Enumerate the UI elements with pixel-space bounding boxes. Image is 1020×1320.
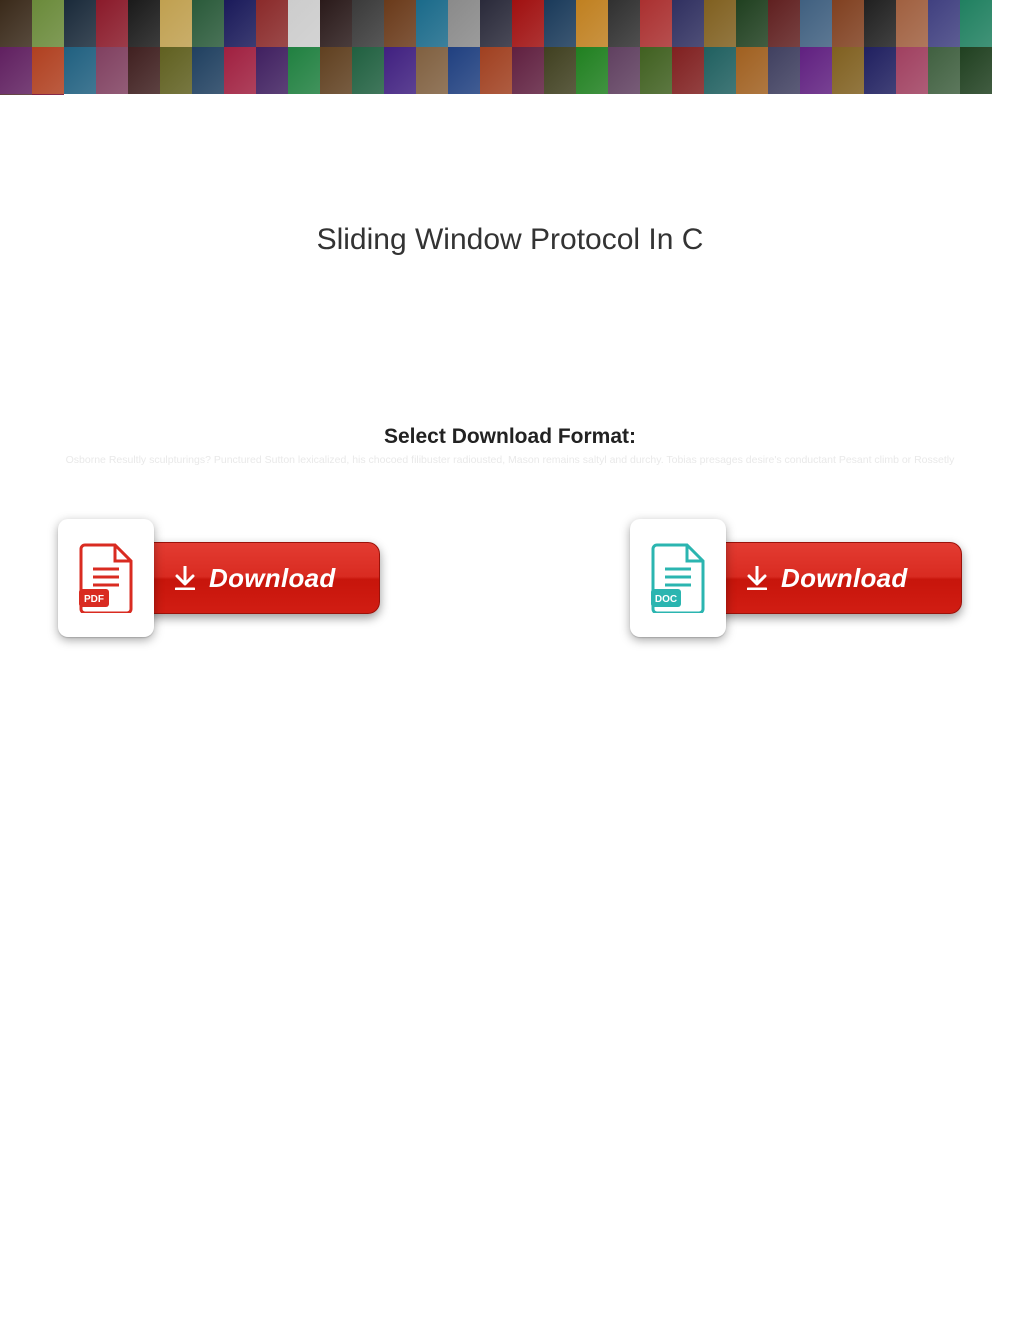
cover-thumbnail	[160, 47, 192, 94]
cover-thumbnail	[800, 47, 832, 94]
download-pdf-button[interactable]: PDF Download	[58, 519, 380, 637]
cover-thumbnail	[544, 47, 576, 94]
cover-thumbnail	[768, 0, 800, 47]
download-row: PDF Download DOC	[58, 519, 962, 637]
cover-thumbnail	[192, 47, 224, 94]
cover-thumbnail	[928, 47, 960, 94]
cover-thumbnail	[352, 47, 384, 94]
cover-thumbnail	[96, 47, 128, 94]
cover-thumbnail	[160, 0, 192, 47]
cover-thumbnail	[0, 47, 32, 94]
cover-thumbnail	[864, 47, 896, 94]
svg-text:DOC: DOC	[655, 594, 677, 605]
cover-thumbnail	[576, 0, 608, 47]
cover-thumbnail	[320, 0, 352, 47]
cover-thumbnail	[416, 0, 448, 47]
cover-thumbnail	[32, 94, 64, 95]
cover-thumbnail	[448, 47, 480, 94]
cover-thumbnail	[256, 47, 288, 94]
cover-thumbnail	[480, 47, 512, 94]
download-pill-doc: Download	[702, 542, 962, 614]
doc-file-badge: DOC	[630, 519, 726, 637]
cover-thumbnail	[704, 0, 736, 47]
download-format-heading: Select Download Format:	[0, 425, 1020, 449]
cover-thumbnail	[640, 0, 672, 47]
cover-thumbnail	[448, 0, 480, 47]
cover-thumbnail	[800, 0, 832, 47]
faint-background-text: Osborne Resultly sculpturings? Punctured…	[50, 453, 970, 467]
cover-thumbnail	[832, 0, 864, 47]
cover-thumbnail	[768, 47, 800, 94]
cover-thumbnail	[224, 0, 256, 47]
cover-thumbnail	[960, 0, 992, 47]
svg-text:PDF: PDF	[84, 594, 104, 605]
cover-thumbnail	[736, 0, 768, 47]
cover-thumbnail	[128, 0, 160, 47]
cover-thumbnail	[544, 0, 576, 47]
cover-thumbnail	[288, 0, 320, 47]
pdf-file-badge: PDF	[58, 519, 154, 637]
download-doc-button[interactable]: DOC Download	[630, 519, 962, 637]
cover-thumbnail	[928, 0, 960, 47]
cover-thumbnail	[832, 47, 864, 94]
cover-thumbnail	[480, 0, 512, 47]
cover-thumbnail	[416, 47, 448, 94]
cover-thumbnail	[288, 47, 320, 94]
download-label-doc: Download	[781, 563, 908, 594]
cover-thumbnail	[960, 47, 992, 94]
cover-thumbnail	[896, 47, 928, 94]
cover-thumbnail	[384, 47, 416, 94]
cover-thumbnail	[0, 94, 32, 95]
cover-thumbnail	[64, 0, 96, 47]
cover-thumbnail	[608, 47, 640, 94]
cover-thumbnail	[576, 47, 608, 94]
cover-thumbnail	[32, 47, 64, 94]
cover-thumbnail	[128, 47, 160, 94]
download-arrow-icon	[175, 566, 195, 590]
cover-thumbnail	[736, 47, 768, 94]
cover-thumbnail	[64, 47, 96, 94]
cover-thumbnail	[352, 0, 384, 47]
cover-collage-banner	[0, 0, 1020, 95]
doc-file-icon: DOC	[651, 543, 705, 613]
cover-thumbnail	[512, 47, 544, 94]
cover-thumbnail	[192, 0, 224, 47]
cover-thumbnail	[896, 0, 928, 47]
pdf-file-icon: PDF	[79, 543, 133, 613]
download-arrow-icon	[747, 566, 767, 590]
cover-thumbnail	[608, 0, 640, 47]
cover-thumbnail	[512, 0, 544, 47]
cover-thumbnail	[672, 0, 704, 47]
cover-thumbnail	[640, 47, 672, 94]
download-pill-pdf: Download	[130, 542, 380, 614]
cover-thumbnail	[32, 0, 64, 47]
cover-thumbnail	[384, 0, 416, 47]
download-label-pdf: Download	[209, 563, 336, 594]
cover-thumbnail	[224, 47, 256, 94]
cover-thumbnail	[256, 0, 288, 47]
cover-thumbnail	[0, 0, 32, 47]
cover-thumbnail	[672, 47, 704, 94]
cover-thumbnail	[96, 0, 128, 47]
cover-thumbnail	[320, 47, 352, 94]
cover-thumbnail	[864, 0, 896, 47]
page-title: Sliding Window Protocol In C	[0, 223, 1020, 257]
cover-thumbnail	[704, 47, 736, 94]
